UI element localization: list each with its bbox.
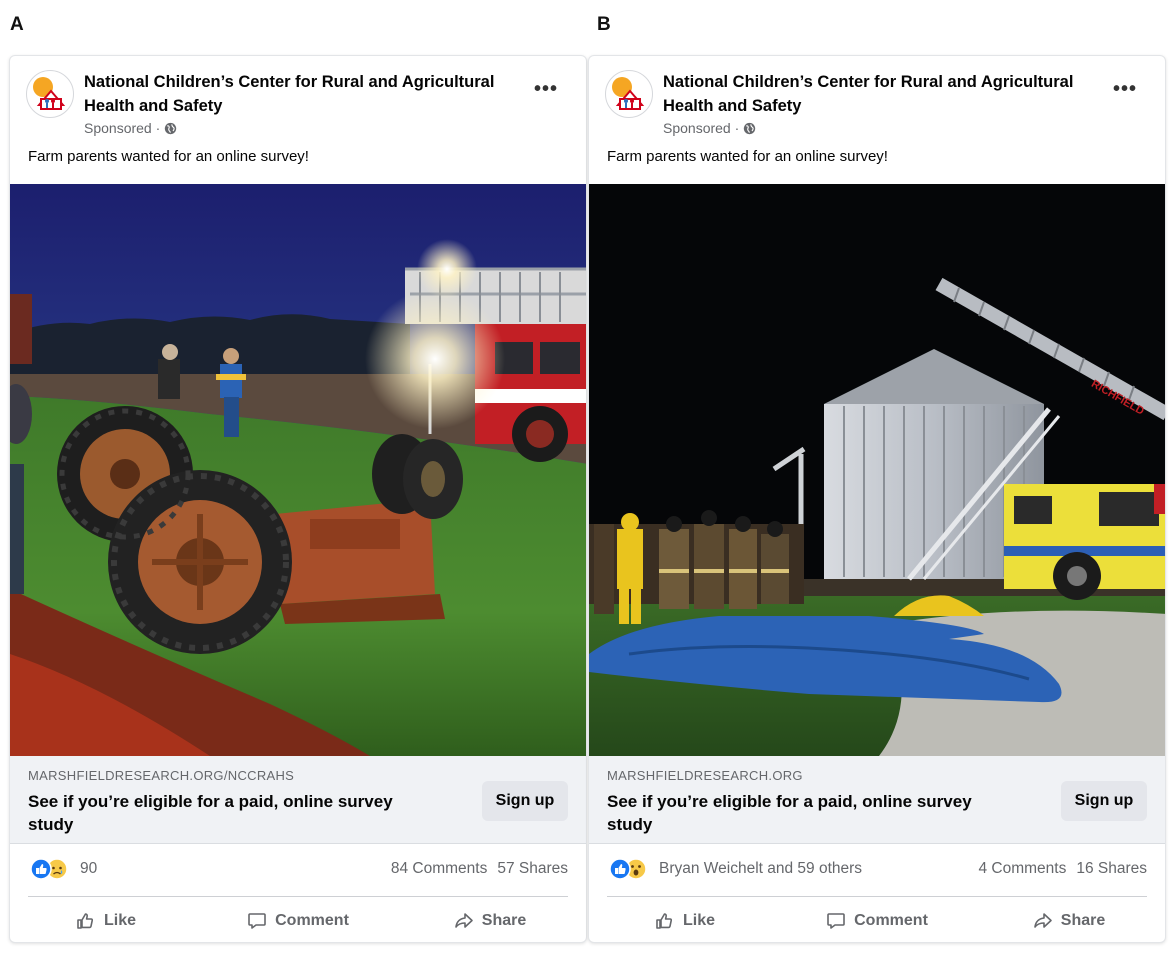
page-avatar[interactable] <box>26 70 74 118</box>
divider <box>28 896 568 897</box>
share-arrow-icon <box>454 913 473 928</box>
comment-share-counts: 4 Comments 16 Shares <box>978 860 1147 878</box>
link-title[interactable]: See if you’re eligible for a paid, onlin… <box>28 790 438 836</box>
thumbs-up-icon <box>77 913 94 929</box>
action-bar: Like Comment Share <box>589 898 1165 942</box>
reaction-summary[interactable]: 90 <box>30 858 97 880</box>
like-reaction-icon <box>609 858 631 880</box>
sponsored-meta: Sponsored · <box>84 120 177 136</box>
reaction-icons <box>609 858 653 880</box>
shares-count[interactable]: 57 Shares <box>497 860 568 878</box>
post-text: Farm parents wanted for an online survey… <box>607 148 888 165</box>
divider <box>607 896 1147 897</box>
share-button[interactable]: Share <box>973 898 1165 942</box>
sponsored-post-a: National Children’s Center for Rural and… <box>9 55 587 943</box>
page-avatar[interactable] <box>605 70 653 118</box>
link-preview[interactable]: MARSHFIELDRESEARCH.ORG See if you’re eli… <box>589 756 1165 844</box>
comment-share-counts: 84 Comments 57 Shares <box>391 860 568 878</box>
sponsored-meta: Sponsored · <box>663 120 756 136</box>
share-label: Share <box>481 912 527 929</box>
engagement-stats: 90 84 Comments 57 Shares <box>10 844 586 896</box>
link-title[interactable]: See if you’re eligible for a paid, onlin… <box>607 790 1017 836</box>
engagement-stats: Bryan Weichelt and 59 others 4 Comments … <box>589 844 1165 896</box>
thumbs-up-icon <box>656 913 673 929</box>
post-header: National Children’s Center for Rural and… <box>589 56 1165 184</box>
tractor-rollover-photo <box>10 184 586 756</box>
like-reaction-icon <box>30 858 52 880</box>
reaction-icons <box>30 858 74 880</box>
logo-icon <box>612 77 645 110</box>
share-arrow-icon <box>1033 913 1052 928</box>
like-button[interactable]: Like <box>10 898 202 942</box>
link-preview[interactable]: MARSHFIELDRESEARCH.ORG/NCCRAHS See if yo… <box>10 756 586 844</box>
post-text: Farm parents wanted for an online survey… <box>28 148 309 165</box>
action-bar: Like Comment Share <box>10 898 586 942</box>
sponsored-label: Sponsored · <box>663 120 740 136</box>
comments-count[interactable]: 4 Comments <box>978 860 1066 878</box>
panel-label-a: A <box>10 14 24 35</box>
sponsored-post-b: National Children’s Center for Rural and… <box>588 55 1166 943</box>
globe-icon <box>744 122 756 134</box>
post-image[interactable] <box>10 184 586 756</box>
share-label: Share <box>1060 912 1106 929</box>
sponsored-label: Sponsored · <box>84 120 161 136</box>
page-name[interactable]: National Children’s Center for Rural and… <box>663 70 1083 118</box>
reaction-names: Bryan Weichelt and 59 others <box>659 860 863 877</box>
like-button[interactable]: Like <box>589 898 781 942</box>
comment-label: Comment <box>854 912 928 929</box>
post-image[interactable]: RICHFIELD <box>589 184 1165 756</box>
reaction-summary[interactable]: Bryan Weichelt and 59 others <box>609 858 862 880</box>
globe-icon <box>165 122 177 134</box>
panel-label-b: B <box>597 14 611 35</box>
grain-bin-rescue-photo: RICHFIELD <box>589 184 1165 756</box>
shares-count[interactable]: 16 Shares <box>1076 860 1147 878</box>
reaction-count: 90 <box>80 860 98 877</box>
link-domain: MARSHFIELDRESEARCH.ORG <box>607 768 803 783</box>
sign-up-button[interactable]: Sign up <box>482 781 568 821</box>
comments-count[interactable]: 84 Comments <box>391 860 487 878</box>
speech-bubble-icon <box>827 913 845 929</box>
comment-button[interactable]: Comment <box>781 898 973 942</box>
logo-icon <box>33 77 66 110</box>
link-domain: MARSHFIELDRESEARCH.ORG/NCCRAHS <box>28 768 295 783</box>
like-label: Like <box>682 912 715 929</box>
sign-up-button[interactable]: Sign up <box>1061 781 1147 821</box>
more-options-icon[interactable]: ••• <box>1113 78 1137 101</box>
post-header: National Children’s Center for Rural and… <box>10 56 586 184</box>
comment-label: Comment <box>275 912 349 929</box>
more-options-icon[interactable]: ••• <box>534 78 558 101</box>
comment-button[interactable]: Comment <box>202 898 394 942</box>
like-label: Like <box>103 912 136 929</box>
speech-bubble-icon <box>248 913 266 929</box>
share-button[interactable]: Share <box>394 898 586 942</box>
page-name[interactable]: National Children’s Center for Rural and… <box>84 70 504 118</box>
